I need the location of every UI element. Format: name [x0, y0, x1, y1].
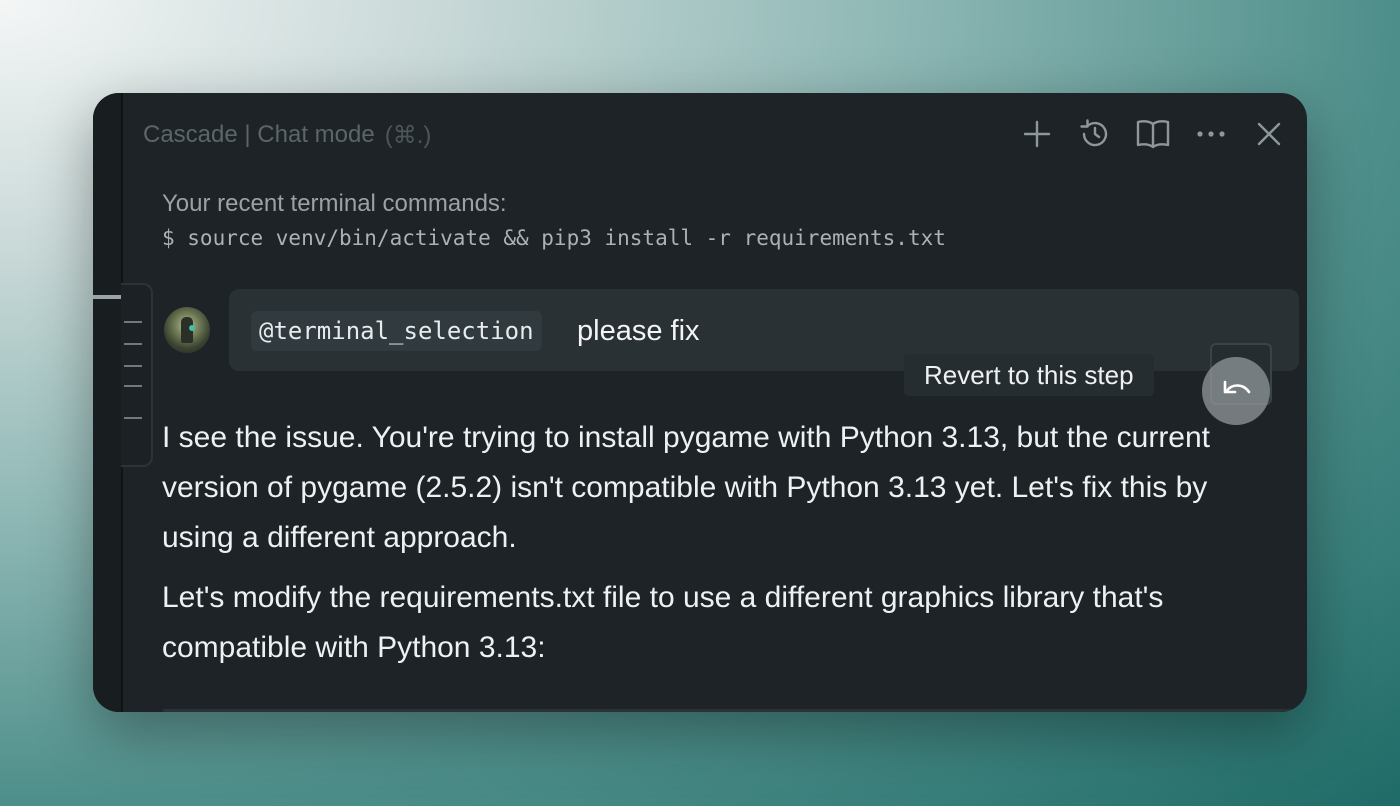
step-tick[interactable] — [124, 417, 142, 419]
history-icon — [1080, 119, 1108, 147]
step-navigator[interactable] — [121, 283, 153, 467]
close-button[interactable] — [1251, 115, 1287, 153]
step-tick[interactable] — [124, 321, 142, 323]
assistant-response: I see the issue. You're trying to instal… — [162, 413, 1272, 683]
step-tick[interactable] — [124, 385, 142, 387]
step-tick[interactable] — [124, 343, 142, 345]
terminal-heading: Your recent terminal commands: — [162, 190, 507, 217]
more-icon — [1197, 131, 1225, 137]
cascade-panel: Cascade | Chat mode (⌘.) Your recent ter… — [93, 93, 1307, 712]
undo-icon — [1223, 380, 1251, 394]
code-block-edge — [163, 709, 1303, 712]
more-button[interactable] — [1193, 115, 1229, 153]
panel-title: Cascade | Chat mode — [143, 121, 375, 148]
revert-tooltip: Revert to this step — [904, 354, 1154, 396]
panel-toolbar — [1019, 115, 1287, 153]
history-button[interactable] — [1077, 115, 1113, 153]
terminal-context: Your recent terminal commands: $ source … — [162, 187, 946, 255]
new-chat-button[interactable] — [1019, 115, 1055, 153]
gutter-active-marker — [93, 295, 121, 299]
response-paragraph: I see the issue. You're trying to instal… — [162, 421, 1211, 554]
terminal-selection-mention[interactable]: @terminal_selection — [251, 311, 542, 351]
avatar — [164, 307, 210, 353]
docs-button[interactable] — [1135, 115, 1171, 153]
plus-icon — [1023, 120, 1051, 148]
terminal-command: $ source venv/bin/activate && pip3 insta… — [162, 226, 946, 250]
response-paragraph: Let's modify the requirements.txt file t… — [162, 581, 1164, 664]
close-icon — [1257, 122, 1281, 146]
user-message-text: please fix — [577, 314, 700, 347]
panel-header: Cascade | Chat mode (⌘.) — [143, 117, 431, 153]
keyboard-shortcut: (⌘.) — [384, 121, 432, 149]
editor-gutter — [93, 93, 123, 712]
book-icon — [1136, 120, 1170, 149]
step-tick[interactable] — [124, 365, 142, 367]
